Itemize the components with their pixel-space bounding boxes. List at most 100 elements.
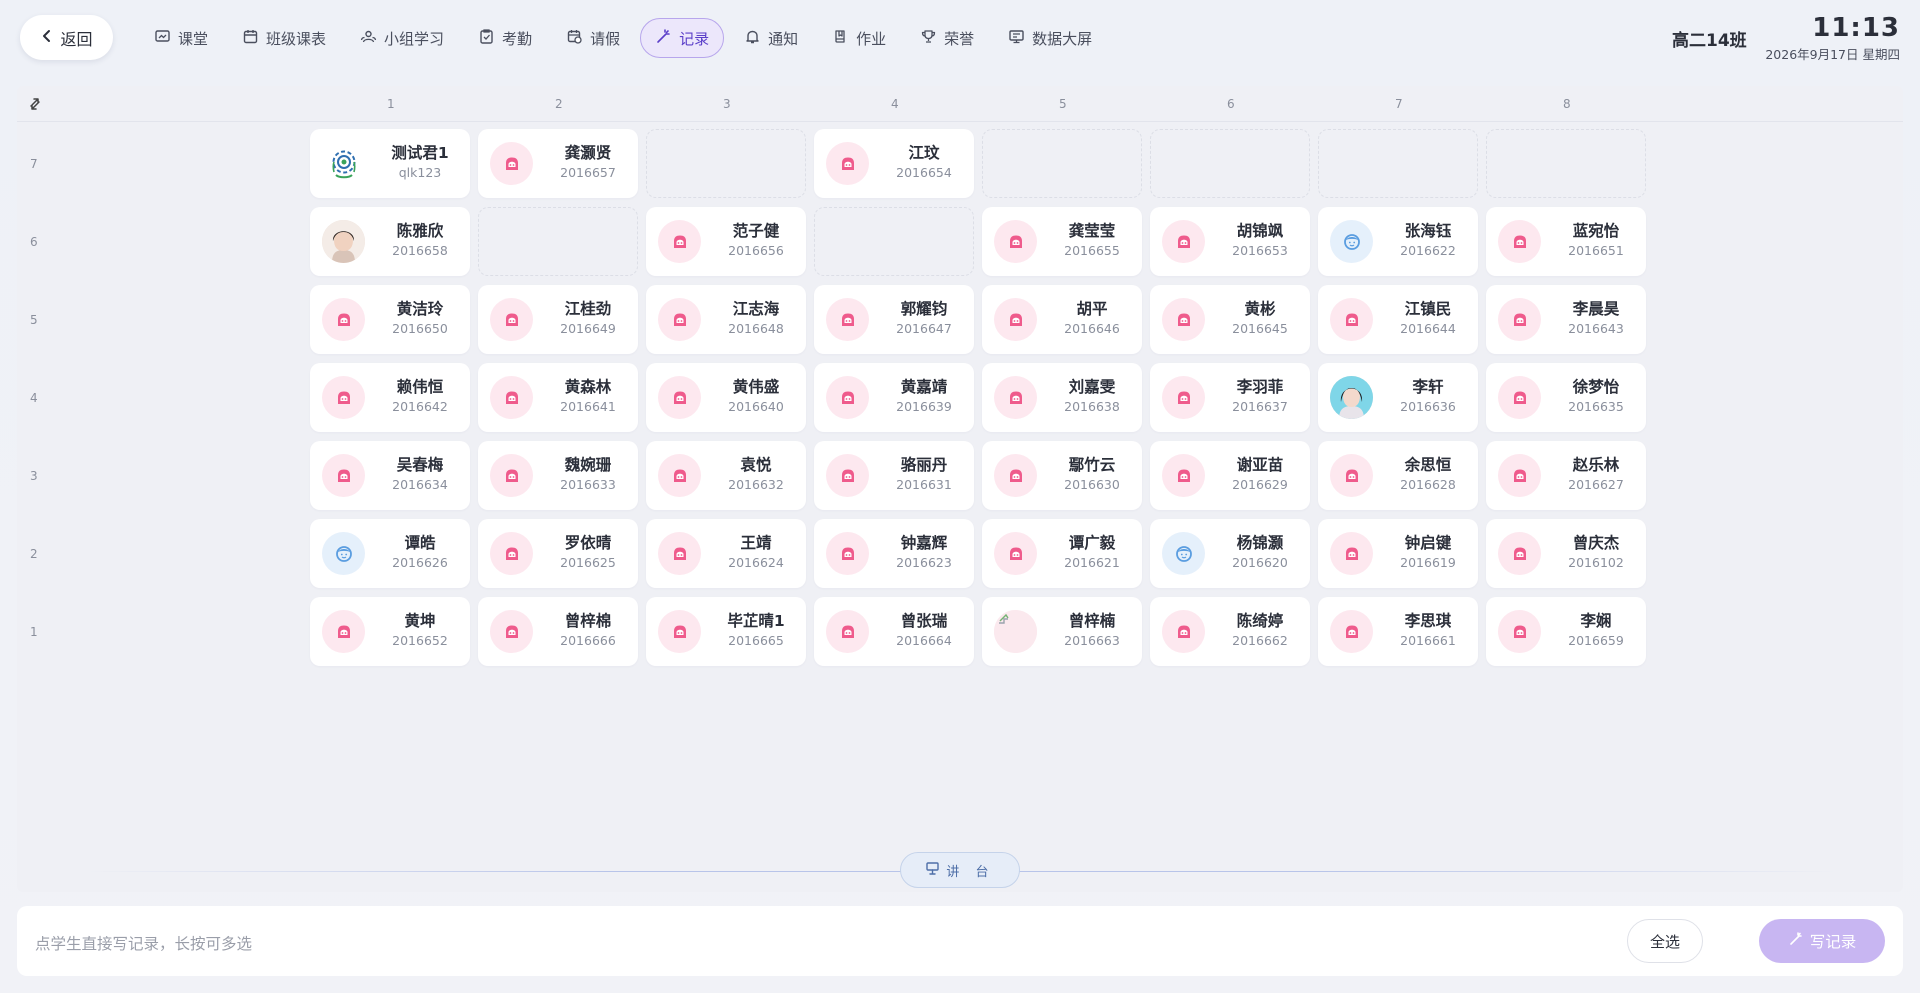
student-card[interactable]: 黄彬 2016645 [1150, 285, 1310, 354]
student-card[interactable]: 黄坤 2016652 [310, 597, 470, 666]
student-info: 魏婉珊 2016633 [538, 455, 638, 492]
student-card[interactable]: 曾庆杰 2016102 [1486, 519, 1646, 588]
girl-avatar-icon [322, 610, 365, 653]
bottom-bar: 点学生直接写记录，长按可多选 全选 写记录 [17, 906, 1903, 976]
empty-seat[interactable] [1486, 129, 1646, 198]
student-card[interactable]: 吴春梅 2016634 [310, 441, 470, 510]
student-card[interactable]: 李晨昊 2016643 [1486, 285, 1646, 354]
student-card[interactable]: 鄢竹云 2016630 [982, 441, 1142, 510]
student-card[interactable]: 江玟 2016654 [814, 129, 974, 198]
student-info: 钟嘉辉 2016623 [874, 533, 974, 570]
student-id: 2016663 [1064, 633, 1120, 648]
student-card[interactable]: 谭皓 2016626 [310, 519, 470, 588]
student-card[interactable]: 赵乐林 2016627 [1486, 441, 1646, 510]
student-card[interactable]: 江桂劲 2016649 [478, 285, 638, 354]
student-card[interactable]: 谭广毅 2016621 [982, 519, 1142, 588]
tab-book[interactable]: 作业 [818, 18, 900, 58]
student-id: 2016628 [1400, 477, 1456, 492]
student-card[interactable]: 测试君1 qlk123 [310, 129, 470, 198]
tab-monitor[interactable]: 数据大屏 [994, 18, 1106, 58]
student-card[interactable]: 李轩 2016636 [1318, 363, 1478, 432]
student-card[interactable]: 钟嘉辉 2016623 [814, 519, 974, 588]
student-id: 2016626 [392, 555, 448, 570]
student-card[interactable]: 赖伟恒 2016642 [310, 363, 470, 432]
tab-trophy[interactable]: 荣誉 [906, 18, 988, 58]
podium-icon [925, 861, 940, 880]
column-number: 4 [891, 97, 899, 111]
student-id: 2016637 [1232, 399, 1288, 414]
bell-icon [744, 28, 761, 49]
student-card[interactable]: 黄森林 2016641 [478, 363, 638, 432]
student-card[interactable]: 张海钰 2016622 [1318, 207, 1478, 276]
empty-seat[interactable] [982, 129, 1142, 198]
row-number: 5 [30, 313, 38, 327]
student-card[interactable]: 胡平 2016646 [982, 285, 1142, 354]
student-card[interactable]: 曾梓棉 2016666 [478, 597, 638, 666]
student-card[interactable]: 王靖 2016624 [646, 519, 806, 588]
student-card[interactable]: 杨锦灏 2016620 [1150, 519, 1310, 588]
student-id: 2016659 [1568, 633, 1624, 648]
student-id: 2016627 [1568, 477, 1624, 492]
student-card[interactable]: 黄嘉靖 2016639 [814, 363, 974, 432]
tab-group[interactable]: 小组学习 [346, 18, 458, 58]
student-card[interactable]: 钟启键 2016619 [1318, 519, 1478, 588]
tab-calendar[interactable]: 班级课表 [228, 18, 340, 58]
girl-avatar-icon [1498, 610, 1541, 653]
tab-screen[interactable]: 课堂 [140, 18, 222, 58]
student-card[interactable]: 江志海 2016648 [646, 285, 806, 354]
select-all-button[interactable]: 全选 [1627, 919, 1703, 963]
empty-seat[interactable] [478, 207, 638, 276]
student-card[interactable]: 谢亚苗 2016629 [1150, 441, 1310, 510]
student-card[interactable]: 骆丽丹 2016631 [814, 441, 974, 510]
tab-calendar-clock[interactable]: 请假 [552, 18, 634, 58]
student-info: 李晨昊 2016643 [1546, 299, 1646, 336]
student-name: 鄢竹云 [1068, 456, 1116, 474]
empty-seat[interactable] [814, 207, 974, 276]
student-card[interactable]: 曾张瑞 2016664 [814, 597, 974, 666]
tab-label: 课堂 [178, 29, 209, 48]
student-card[interactable]: 毕芷晴1 2016665 [646, 597, 806, 666]
student-card[interactable]: 罗依晴 2016625 [478, 519, 638, 588]
back-button[interactable]: 返回 [20, 15, 113, 60]
student-card[interactable]: 李思琪 2016661 [1318, 597, 1478, 666]
student-card[interactable]: 李羽菲 2016637 [1150, 363, 1310, 432]
student-name: 龚莹莹 [1068, 222, 1116, 240]
student-name: 李轩 [1412, 378, 1444, 396]
student-card[interactable]: 黄洁玲 2016650 [310, 285, 470, 354]
student-card[interactable]: 魏婉珊 2016633 [478, 441, 638, 510]
student-info: 骆丽丹 2016631 [874, 455, 974, 492]
tab-bell[interactable]: 通知 [730, 18, 812, 58]
student-card[interactable]: 龚灏贤 2016657 [478, 129, 638, 198]
student-card[interactable]: 胡锦飒 2016653 [1150, 207, 1310, 276]
calendar-icon [242, 28, 259, 49]
student-card[interactable]: 刘嘉雯 2016638 [982, 363, 1142, 432]
student-card[interactable]: 郭耀钧 2016647 [814, 285, 974, 354]
student-info: 陈绮婷 2016662 [1210, 611, 1310, 648]
student-id: 2016634 [392, 477, 448, 492]
student-card[interactable]: 江镇民 2016644 [1318, 285, 1478, 354]
student-card[interactable]: 陈雅欣 2016658 [310, 207, 470, 276]
tab-magic-pen[interactable]: 记录 [640, 18, 725, 58]
empty-seat[interactable] [1318, 129, 1478, 198]
student-card[interactable]: 范子健 2016656 [646, 207, 806, 276]
monitor-icon [1008, 28, 1025, 49]
write-record-button[interactable]: 写记录 [1759, 919, 1885, 963]
student-card[interactable]: 蓝宛怡 2016651 [1486, 207, 1646, 276]
tab-clipboard-check[interactable]: 考勤 [464, 18, 546, 58]
row-number: 2 [30, 547, 38, 561]
tab-label: 作业 [856, 29, 887, 48]
empty-seat[interactable] [1150, 129, 1310, 198]
student-card[interactable]: 黄伟盛 2016640 [646, 363, 806, 432]
row-number: 1 [30, 625, 38, 639]
boy-avatar-icon [322, 532, 365, 575]
student-card[interactable]: 曾梓楠 2016663 [982, 597, 1142, 666]
student-card[interactable]: 袁悦 2016632 [646, 441, 806, 510]
student-card[interactable]: 龚莹莹 2016655 [982, 207, 1142, 276]
empty-seat[interactable] [646, 129, 806, 198]
swap-arrows-icon[interactable] [27, 96, 43, 112]
student-card[interactable]: 余思恒 2016628 [1318, 441, 1478, 510]
student-card[interactable]: 徐梦怡 2016635 [1486, 363, 1646, 432]
student-card[interactable]: 李娴 2016659 [1486, 597, 1646, 666]
girl-avatar-icon [1330, 532, 1373, 575]
student-card[interactable]: 陈绮婷 2016662 [1150, 597, 1310, 666]
